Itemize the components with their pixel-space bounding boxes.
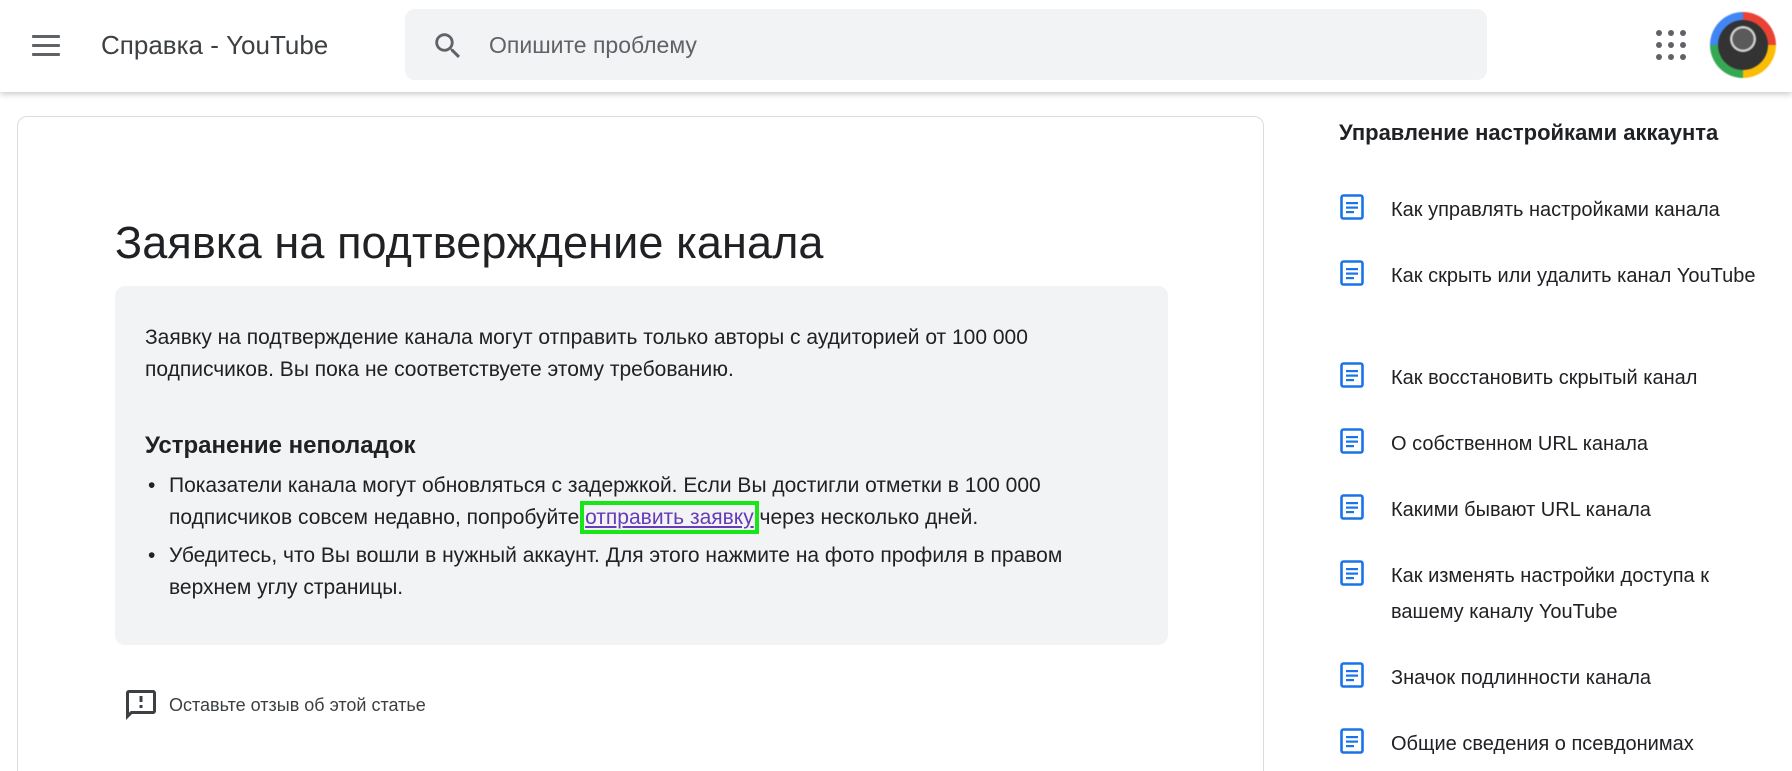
sidebar-heading: Управление настройками аккаунта xyxy=(1339,120,1719,145)
bullet-text: через несколько дней. xyxy=(753,506,979,529)
document-icon xyxy=(1340,362,1364,388)
feedback-label: Оставьте отзыв об этой статье xyxy=(169,695,426,715)
app-title[interactable]: Справка - YouTube xyxy=(101,30,328,61)
article-card: Заявка на подтверждение канала Заявку на… xyxy=(17,116,1264,771)
sidebar-item-label: Как изменять настройки доступа к вашему … xyxy=(1391,565,1709,623)
submit-request-link[interactable]: отправить заявку xyxy=(580,501,759,534)
info-box: Заявку на подтверждение канала могут отп… xyxy=(115,286,1168,645)
sidebar-item-label: Как восстановить скрытый канал xyxy=(1391,367,1698,389)
troubleshooting-heading: Устранение неполадок xyxy=(145,432,416,459)
document-icon xyxy=(1340,494,1364,520)
sidebar-item-label: Какими бывают URL канала xyxy=(1391,499,1651,521)
sidebar-item-label: Общие сведения о псевдонимах xyxy=(1391,733,1694,755)
sidebar-item-label: О собственном URL канала xyxy=(1391,433,1648,455)
menu-icon[interactable] xyxy=(26,26,66,66)
article-title: Заявка на подтверждение канала xyxy=(115,217,824,268)
troubleshooting-list: Показатели канала могут обновляться с за… xyxy=(145,470,1145,610)
feedback-icon xyxy=(126,690,156,720)
document-icon xyxy=(1340,428,1364,454)
avatar[interactable] xyxy=(1710,12,1776,78)
sidebar-item-label: Как управлять настройками канала xyxy=(1391,199,1720,221)
document-icon xyxy=(1340,728,1364,754)
info-text: Заявку на подтверждение канала могут отп… xyxy=(145,326,1028,381)
document-icon xyxy=(1340,662,1364,688)
top-bar: Справка - YouTube xyxy=(0,0,1792,92)
document-icon xyxy=(1340,194,1364,220)
sidebar-item-label: Значок подлинности канала xyxy=(1391,667,1652,689)
document-icon xyxy=(1340,260,1364,286)
list-item: Показатели канала могут обновляться с за… xyxy=(145,470,1145,534)
avatar-photo xyxy=(1718,20,1768,70)
bullet-text: Убедитесь, что Вы вошли в нужный аккаунт… xyxy=(169,544,1063,599)
sidebar-item-label: Как скрыть или удалить канал YouTube xyxy=(1391,265,1756,287)
search-bar[interactable] xyxy=(405,9,1487,80)
list-item: Убедитесь, что Вы вошли в нужный аккаунт… xyxy=(145,540,1145,604)
search-icon[interactable] xyxy=(431,29,465,63)
document-icon xyxy=(1340,560,1364,586)
apps-grid-icon[interactable] xyxy=(1656,30,1686,60)
search-input[interactable] xyxy=(489,25,1439,65)
